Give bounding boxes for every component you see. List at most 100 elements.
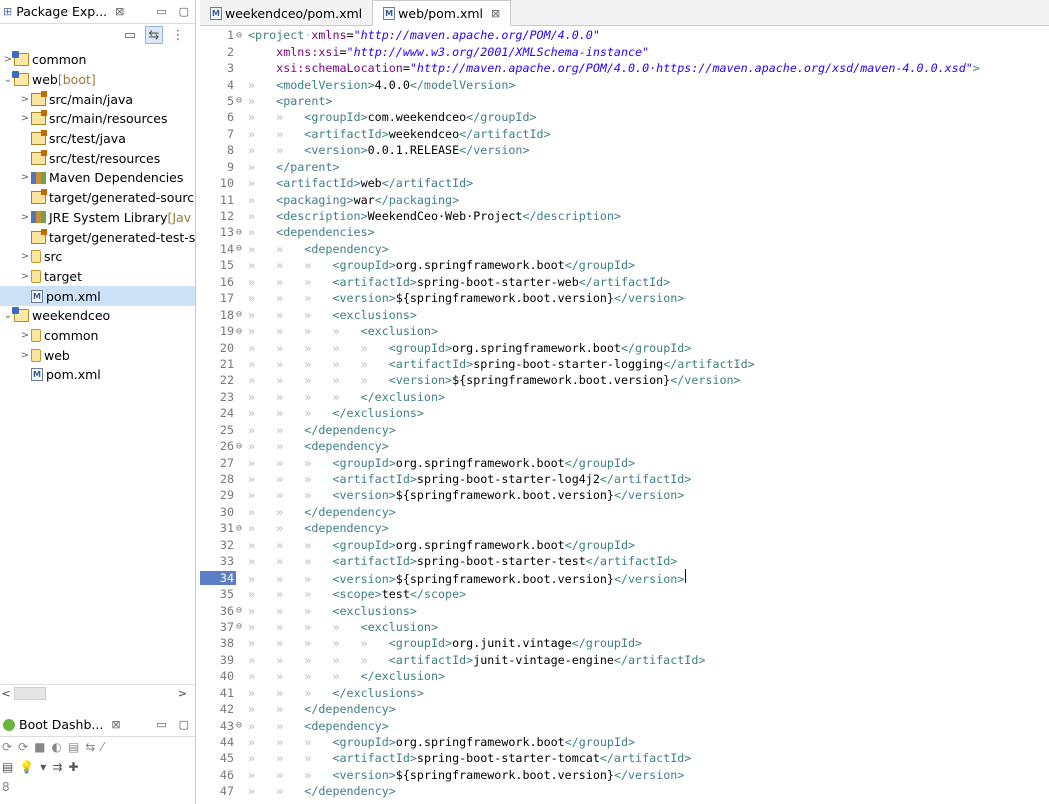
toolbar-button-icon[interactable]: ◐ [51, 740, 61, 754]
code-token: WeekendCeo·Web·Project [367, 209, 523, 224]
toolbar-button-icon[interactable]: ⁄ [101, 740, 103, 754]
toolbar-button-icon[interactable]: ▾ [40, 760, 46, 774]
tree-item[interactable]: src/test/java [0, 129, 195, 149]
tree-item-label: src/main/resources [49, 111, 168, 127]
fold-toggle-icon[interactable]: ⊖ [236, 309, 246, 320]
indent-whitespace: » » [248, 784, 305, 799]
fold-toggle-icon[interactable]: ⊖ [236, 95, 246, 106]
package-explorer-icon: ⊞ [3, 5, 13, 18]
toolbar-button-icon[interactable]: ⟳ [18, 740, 28, 754]
fold-toggle-icon[interactable]: ⊖ [236, 605, 246, 616]
code-token: "http://maven.apache.org/POM/4.0.0" [353, 28, 600, 43]
scroll-left-icon[interactable]: < [0, 687, 12, 700]
toolbar-button-icon[interactable]: ⟳ [2, 740, 12, 754]
code-token: </groupId> [564, 455, 636, 470]
tree-item[interactable]: src/test/resources [0, 148, 195, 168]
code-content: » <packaging>war</packaging> [246, 193, 459, 207]
code-line: 3 xsi:schemaLocation="http://maven.apach… [200, 60, 1049, 76]
tree-item[interactable]: ⌄ web [boot] [0, 70, 195, 90]
expand-toggle-icon[interactable]: > [19, 94, 31, 105]
package-explorer-tree: > common ⌄ web [boot] > src/main/java > src/mai… [0, 50, 195, 684]
editor-tab[interactable]: Mweekendceo/pom.xml [200, 0, 372, 26]
collapse-all-icon[interactable]: ▭ [121, 26, 139, 44]
scrollbar-thumb[interactable] [14, 686, 46, 700]
tree-item[interactable]: > target [0, 267, 195, 287]
tree-item[interactable]: target/generated-sourc [0, 188, 195, 208]
toolbar-button-icon[interactable]: ▤ [68, 740, 79, 754]
close-icon[interactable]: ⊠ [491, 7, 500, 20]
toolbar-button-icon[interactable]: ▤ [2, 760, 13, 774]
more-toolbar: 8 [0, 777, 195, 797]
expand-toggle-icon[interactable]: > [19, 251, 31, 262]
tree-item[interactable]: > web [0, 345, 195, 365]
indent-whitespace: » » » [248, 603, 333, 618]
toolbar-button-icon[interactable]: ✚ [68, 760, 78, 774]
indent-whitespace: » » [248, 422, 305, 437]
tree-item[interactable]: Mpom.xml [0, 365, 195, 385]
expand-toggle-icon[interactable]: > [19, 330, 31, 341]
code-line: 5 ⊖» <parent> [200, 93, 1049, 109]
fold-toggle-icon[interactable]: ⊖ [236, 621, 246, 632]
expand-toggle-icon[interactable]: > [19, 172, 31, 183]
tree-item[interactable]: > common [0, 50, 195, 70]
fold-toggle-icon[interactable]: ⊖ [236, 326, 246, 337]
fold-toggle-icon[interactable]: ⊖ [236, 720, 246, 731]
tree-item[interactable]: > Maven Dependencies [0, 168, 195, 188]
editor-tab[interactable]: Mweb/pom.xml ⊠ [372, 0, 512, 26]
code-token: </dependency> [304, 422, 396, 437]
boot-dashboard-tab[interactable]: Boot Dashb... ⊠ ▭ ▢ [0, 713, 195, 737]
link-with-editor-icon[interactable]: ⇆ [145, 26, 163, 44]
tree-item-decoration: [Jav [167, 209, 192, 225]
toolbar-button-icon[interactable]: ⇆ [85, 740, 95, 754]
expand-toggle-icon[interactable]: > [19, 113, 31, 124]
code-token: </artifactId> [578, 274, 671, 289]
code-token: <dependency> [304, 521, 389, 536]
minimize-icon[interactable]: ▭ [156, 5, 166, 18]
code-token: <project [248, 28, 305, 43]
expand-toggle-icon[interactable]: > [19, 212, 31, 223]
toolbar-button-icon[interactable]: ■ [34, 740, 45, 754]
fold-toggle-icon[interactable]: ⊖ [236, 30, 246, 41]
folder-icon [31, 328, 41, 342]
indent-whitespace: » » » [248, 258, 333, 273]
tree-item[interactable]: Mpom.xml [0, 286, 195, 306]
package-folder-icon [31, 90, 47, 106]
tree-item[interactable]: ⌄ weekendceo [0, 306, 195, 326]
minimize-icon[interactable]: ▭ [156, 718, 166, 731]
indent-whitespace: » » » [248, 406, 333, 421]
code-line: 38 » » » » » <groupId>org.junit.vintage</… [200, 635, 1049, 651]
horizontal-scrollbar[interactable]: < > [0, 684, 195, 701]
fold-toggle-icon[interactable]: ⊖ [236, 441, 246, 452]
toolbar-button-icon[interactable]: 💡 [19, 760, 34, 774]
package-explorer-tab[interactable]: ⊞ Package Exp... ⊠ ▭ ▢ [0, 0, 195, 24]
tree-item[interactable]: > src/main/java [0, 89, 195, 109]
expand-toggle-icon[interactable]: > [19, 271, 31, 282]
xml-file-icon: M [210, 6, 222, 20]
xml-editor[interactable]: 1 ⊖ <project·xmlns="http://maven.apache.or… [200, 27, 1049, 804]
code-line: 18 ⊖» » » <exclusions> [200, 306, 1049, 322]
code-line: 45 » » » <artifactId>spring-boot-starter-… [200, 750, 1049, 766]
toolbar-button-icon[interactable]: ⇉ [52, 760, 62, 774]
indent-whitespace: » » [248, 126, 305, 141]
fold-toggle-icon[interactable]: ⊖ [236, 227, 246, 238]
tree-item-label: web [44, 347, 70, 363]
tree-item[interactable]: > src/main/resources [0, 109, 195, 129]
expand-toggle-icon[interactable]: > [19, 350, 31, 361]
maximize-icon[interactable]: ▢ [179, 718, 189, 731]
maximize-icon[interactable]: ▢ [179, 5, 189, 18]
indent-whitespace: » [248, 225, 277, 240]
code-line: 6 » » <groupId>com.weekendceo</groupId> [200, 109, 1049, 125]
tree-item[interactable]: > JRE System Library [Jav [0, 208, 195, 228]
package-folder-icon [31, 149, 47, 165]
tree-item[interactable]: target/generated-test-s [0, 227, 195, 247]
close-icon[interactable]: ⊠ [115, 5, 124, 18]
fold-toggle-icon[interactable]: ⊖ [236, 243, 246, 254]
tree-item[interactable]: > common [0, 326, 195, 346]
scroll-right-icon[interactable]: > [178, 687, 187, 700]
view-menu-icon[interactable]: ⋮ [169, 26, 187, 44]
code-content: » » <dependency> [246, 242, 389, 256]
tree-item[interactable]: > src [0, 247, 195, 267]
fold-toggle-icon[interactable]: ⊖ [236, 523, 246, 534]
close-icon[interactable]: ⊠ [111, 718, 120, 731]
